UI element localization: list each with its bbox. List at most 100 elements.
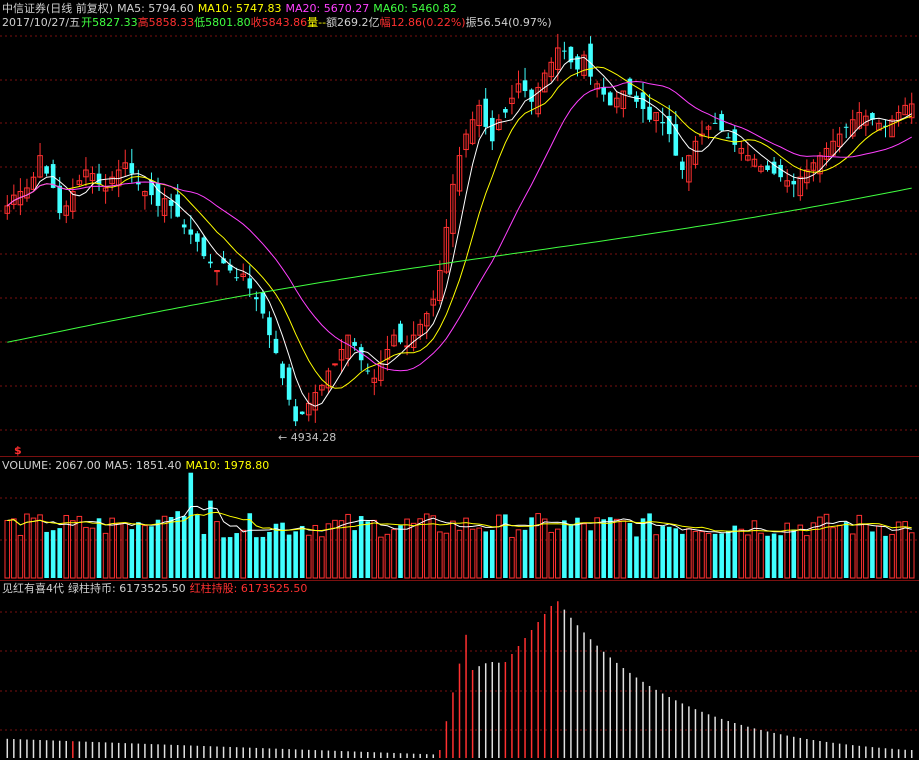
volume-bar	[234, 533, 239, 578]
volume-bar	[555, 528, 561, 579]
volume-bar	[692, 530, 699, 579]
volume-bar	[155, 519, 161, 578]
volume-bar	[338, 520, 345, 579]
volume-bar	[240, 529, 247, 579]
candle-body	[725, 137, 731, 139]
volume-bar	[247, 513, 253, 578]
volume-bar	[771, 533, 777, 578]
candle-body	[843, 126, 849, 128]
candle-body	[640, 92, 646, 109]
candle-body	[293, 406, 298, 422]
candle-body	[299, 411, 305, 415]
volume-bar	[149, 526, 154, 578]
candle-body	[627, 78, 633, 95]
volume-bar	[541, 518, 548, 579]
volume-bar	[515, 529, 522, 579]
candle-body	[562, 50, 567, 52]
volume-bar	[254, 537, 259, 578]
candle-body	[273, 338, 279, 354]
volume-bar	[24, 513, 30, 579]
volume-bar	[437, 531, 443, 579]
volume-bar	[44, 531, 49, 578]
volume-bar	[719, 533, 724, 578]
volume-bar	[562, 520, 567, 578]
volume-bar	[76, 515, 83, 579]
candle-body	[778, 164, 783, 178]
volume-bar	[293, 531, 298, 578]
volume-bar	[398, 525, 403, 578]
candle-body	[607, 92, 613, 106]
candle-body	[719, 114, 724, 131]
volume-bar	[136, 522, 141, 578]
candle-body	[660, 121, 665, 124]
ma5-line	[6, 56, 912, 407]
candle-body	[522, 80, 528, 92]
volume-bar	[365, 521, 371, 578]
candle-body	[155, 183, 161, 206]
volume-bar	[227, 537, 233, 578]
volume-bar	[568, 523, 574, 578]
volume-bar	[889, 533, 895, 579]
volume-bar	[188, 472, 194, 578]
volume-bar	[96, 518, 102, 578]
volume-bar	[11, 518, 17, 579]
volume-bar	[843, 522, 849, 578]
volume-bar	[129, 529, 135, 578]
volume-bar	[745, 534, 751, 579]
volume-bar	[208, 500, 213, 578]
volume-bar	[666, 526, 672, 578]
volume-bar	[122, 522, 129, 579]
volume-bar	[778, 535, 783, 578]
volume-bar	[305, 534, 312, 579]
candle-body	[601, 87, 606, 95]
candle-body	[254, 297, 259, 300]
volume-bar	[286, 534, 292, 578]
volume-bar	[797, 524, 804, 579]
volume-bar	[849, 533, 856, 579]
volume-bar	[195, 515, 200, 578]
volume-bar	[640, 518, 646, 578]
candle-body	[181, 224, 187, 228]
candle-body	[57, 185, 63, 214]
volume-bar	[352, 530, 357, 578]
volume-bar	[142, 525, 148, 579]
volume-bar	[70, 520, 76, 579]
volume-bar	[673, 528, 679, 578]
volume-bar	[699, 531, 705, 579]
volume-bar	[614, 518, 620, 579]
volume-bar	[410, 522, 417, 579]
volume-bar	[607, 517, 613, 578]
volume-bar	[37, 514, 43, 579]
volume-bar	[312, 524, 319, 579]
volume-bar	[4, 519, 11, 579]
candle-body	[588, 43, 593, 77]
volume-bar	[863, 524, 869, 579]
candle-body	[208, 261, 213, 264]
candle-body	[647, 106, 652, 120]
volume-bar	[161, 515, 168, 579]
candle-body	[503, 109, 508, 113]
volume-bar	[89, 527, 96, 579]
candle-body	[201, 237, 207, 257]
candle-body	[332, 363, 338, 366]
volume-bar	[456, 529, 463, 579]
volume-bar	[620, 520, 627, 579]
candle-body	[765, 165, 770, 170]
candle-body	[260, 292, 266, 314]
candle-body	[247, 278, 253, 289]
candle-body	[234, 277, 239, 279]
volume-bar	[371, 519, 378, 579]
volume-bar	[476, 527, 482, 579]
volume-bar	[483, 531, 489, 578]
volume-bar	[509, 536, 515, 579]
volume-bar	[489, 529, 495, 578]
volume-bar	[17, 534, 24, 579]
volume-bar	[214, 521, 220, 579]
volume-bar	[660, 526, 665, 578]
volume-bar	[548, 531, 555, 579]
candle-body	[267, 317, 272, 336]
volume-bar	[902, 521, 908, 579]
volume-bar	[686, 528, 692, 579]
volume-bar	[810, 522, 817, 579]
volume-bar	[535, 513, 541, 579]
